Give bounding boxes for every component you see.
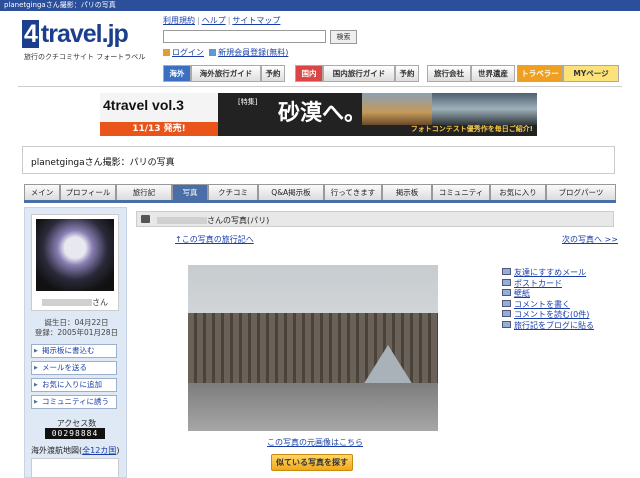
comment-icon xyxy=(502,310,511,317)
tab-favorites[interactable]: お気に入り xyxy=(490,184,546,201)
user-links: ログイン 新規会員登録(無料) xyxy=(163,47,288,58)
nav-domestic-label[interactable]: 国内 xyxy=(295,65,323,82)
tab-main[interactable]: メイン xyxy=(24,184,60,201)
tab-blog-parts[interactable]: ブログパーツ xyxy=(546,184,616,201)
login-link[interactable]: ログイン xyxy=(172,48,204,57)
banner-left-panel: 4travel vol.3 11/13 発売! xyxy=(100,93,218,136)
postcard-link[interactable]: ポストカード xyxy=(502,278,627,289)
promo-banner[interactable]: 4travel vol.3 11/13 発売! [特集] 砂漠へ。 フォトコンテ… xyxy=(100,93,537,136)
tab-underline xyxy=(24,200,616,203)
travel-map[interactable] xyxy=(31,458,119,478)
tab-photos[interactable]: 写真 xyxy=(172,184,208,201)
banner-brand: 4travel vol.3 xyxy=(103,97,184,113)
window-title-bar: planetgingaさん撮影：パリの写真 xyxy=(0,0,640,11)
logo-tagline: 旅行のクチコミサイト フォートラベル xyxy=(24,53,146,61)
add-favorite-button[interactable]: お気に入りに追加 xyxy=(31,378,117,392)
nav-traveler[interactable]: トラベラー xyxy=(517,65,563,82)
page-title: planetgingaさん撮影：パリの写真 xyxy=(31,158,175,168)
banner-subtitle: フォトコンテスト優秀作を毎日ご紹介! xyxy=(410,125,533,133)
nav-domestic-guide[interactable]: 国内旅行ガイド xyxy=(323,65,395,82)
banner-landscape-photo xyxy=(432,93,537,125)
travelogue-link[interactable]: ↑この写真の旅行記へ xyxy=(175,234,254,245)
sitemap-link[interactable]: サイトマップ xyxy=(232,16,280,25)
site-logo[interactable]: 4 travel.jp 旅行のクチコミサイト フォートラベル xyxy=(22,20,152,61)
photo-pyramid xyxy=(363,345,413,385)
banner-launch-date: 11/13 発売! xyxy=(100,122,218,136)
post-board-button[interactable]: 掲示板に書込む xyxy=(31,344,117,358)
avatar[interactable] xyxy=(36,219,114,291)
tab-profile[interactable]: プロフィール xyxy=(60,184,116,201)
read-comments-link[interactable]: コメントを読む(0件) xyxy=(502,309,627,320)
monitor-icon xyxy=(502,320,511,328)
divider xyxy=(18,86,622,87)
nav-agency[interactable]: 旅行会社 xyxy=(427,65,471,82)
profile-sidebar: さん 誕生日：04月22日 登録：2005年01月28日 掲示板に書込む メール… xyxy=(24,207,127,478)
write-comment-link[interactable]: コメントを書く xyxy=(502,299,627,310)
top-links: 利用規約 | ヘルプ | サイトマップ xyxy=(163,16,281,25)
user-tabs: メイン プロフィール 旅行記 写真 クチコミ Q&A掲示板 行ってきます 掲示板… xyxy=(24,184,616,201)
avatar-frame: さん xyxy=(31,214,119,311)
original-image-link[interactable]: この写真の元画像はこちら xyxy=(267,437,363,448)
content-title: さんの写真(パリ) xyxy=(157,215,269,226)
photo-ground xyxy=(188,383,438,431)
recommend-mail-link[interactable]: 友達にすすめメール xyxy=(502,267,627,278)
find-similar-button[interactable]: 似ている写真を探す xyxy=(271,454,353,471)
tab-qa-board[interactable]: Q&A掲示板 xyxy=(258,184,324,201)
nav-mypage[interactable]: MYページ xyxy=(563,65,619,82)
mail-icon xyxy=(502,268,511,275)
avatar-name: さん xyxy=(32,297,118,308)
send-mail-button[interactable]: メールを送る xyxy=(31,361,117,375)
photo-actions: 友達にすすめメール ポストカード 壁紙 コメントを書く コメントを読む(0件) … xyxy=(502,267,627,330)
nav-reserve-domestic[interactable]: 予約 xyxy=(395,65,419,82)
page-title-box: planetgingaさん撮影：パリの写真 xyxy=(22,146,615,174)
banner-feature-tag: [特集] xyxy=(238,98,258,106)
pencil-icon xyxy=(502,299,511,307)
tab-travelogue[interactable]: 旅行記 xyxy=(116,184,172,201)
terms-link[interactable]: 利用規約 xyxy=(163,16,195,25)
tab-board[interactable]: 掲示板 xyxy=(382,184,432,201)
registered-text: 登録：2005年01月28日 xyxy=(34,328,119,337)
banner-desert-photo xyxy=(362,93,432,125)
access-counter: 00298884 xyxy=(45,428,105,439)
nav-reserve-overseas[interactable]: 予約 xyxy=(261,65,285,82)
register-link[interactable]: 新規会員登録(無料) xyxy=(218,48,288,57)
map-count-link[interactable]: 全12カ国 xyxy=(82,446,116,455)
banner-title: 砂漠へ。 xyxy=(278,101,367,126)
camera-icon xyxy=(141,215,150,223)
postcard-icon xyxy=(502,278,511,286)
nav-overseas-label[interactable]: 海外 xyxy=(163,65,191,82)
search-input[interactable] xyxy=(163,30,326,43)
invite-community-button[interactable]: コミュニティに誘う xyxy=(31,395,117,409)
wallpaper-link[interactable]: 壁紙 xyxy=(502,288,627,299)
register-icon xyxy=(209,49,217,56)
login-icon xyxy=(163,49,170,56)
nav-heritage[interactable]: 世界遺産 xyxy=(471,65,515,82)
search-button[interactable]: 検索 xyxy=(330,30,357,44)
tab-reviews[interactable]: クチコミ xyxy=(208,184,258,201)
tab-going[interactable]: 行ってきます xyxy=(324,184,382,201)
travel-map-label: 海外渡航地図(全12カ国) xyxy=(31,446,120,455)
wallpaper-icon xyxy=(502,289,511,296)
main-photo[interactable] xyxy=(188,265,438,431)
blog-paste-link[interactable]: 旅行記をブログに貼る xyxy=(502,320,627,331)
tab-community[interactable]: コミュニティ xyxy=(432,184,490,201)
help-link[interactable]: ヘルプ xyxy=(202,16,226,25)
next-photo-link[interactable]: 次の写真へ >> xyxy=(562,234,618,245)
logo-text: 4 travel.jp xyxy=(22,20,129,48)
content-header: さんの写真(パリ) xyxy=(136,211,614,227)
nav-overseas-guide[interactable]: 海外旅行ガイド xyxy=(191,65,261,82)
